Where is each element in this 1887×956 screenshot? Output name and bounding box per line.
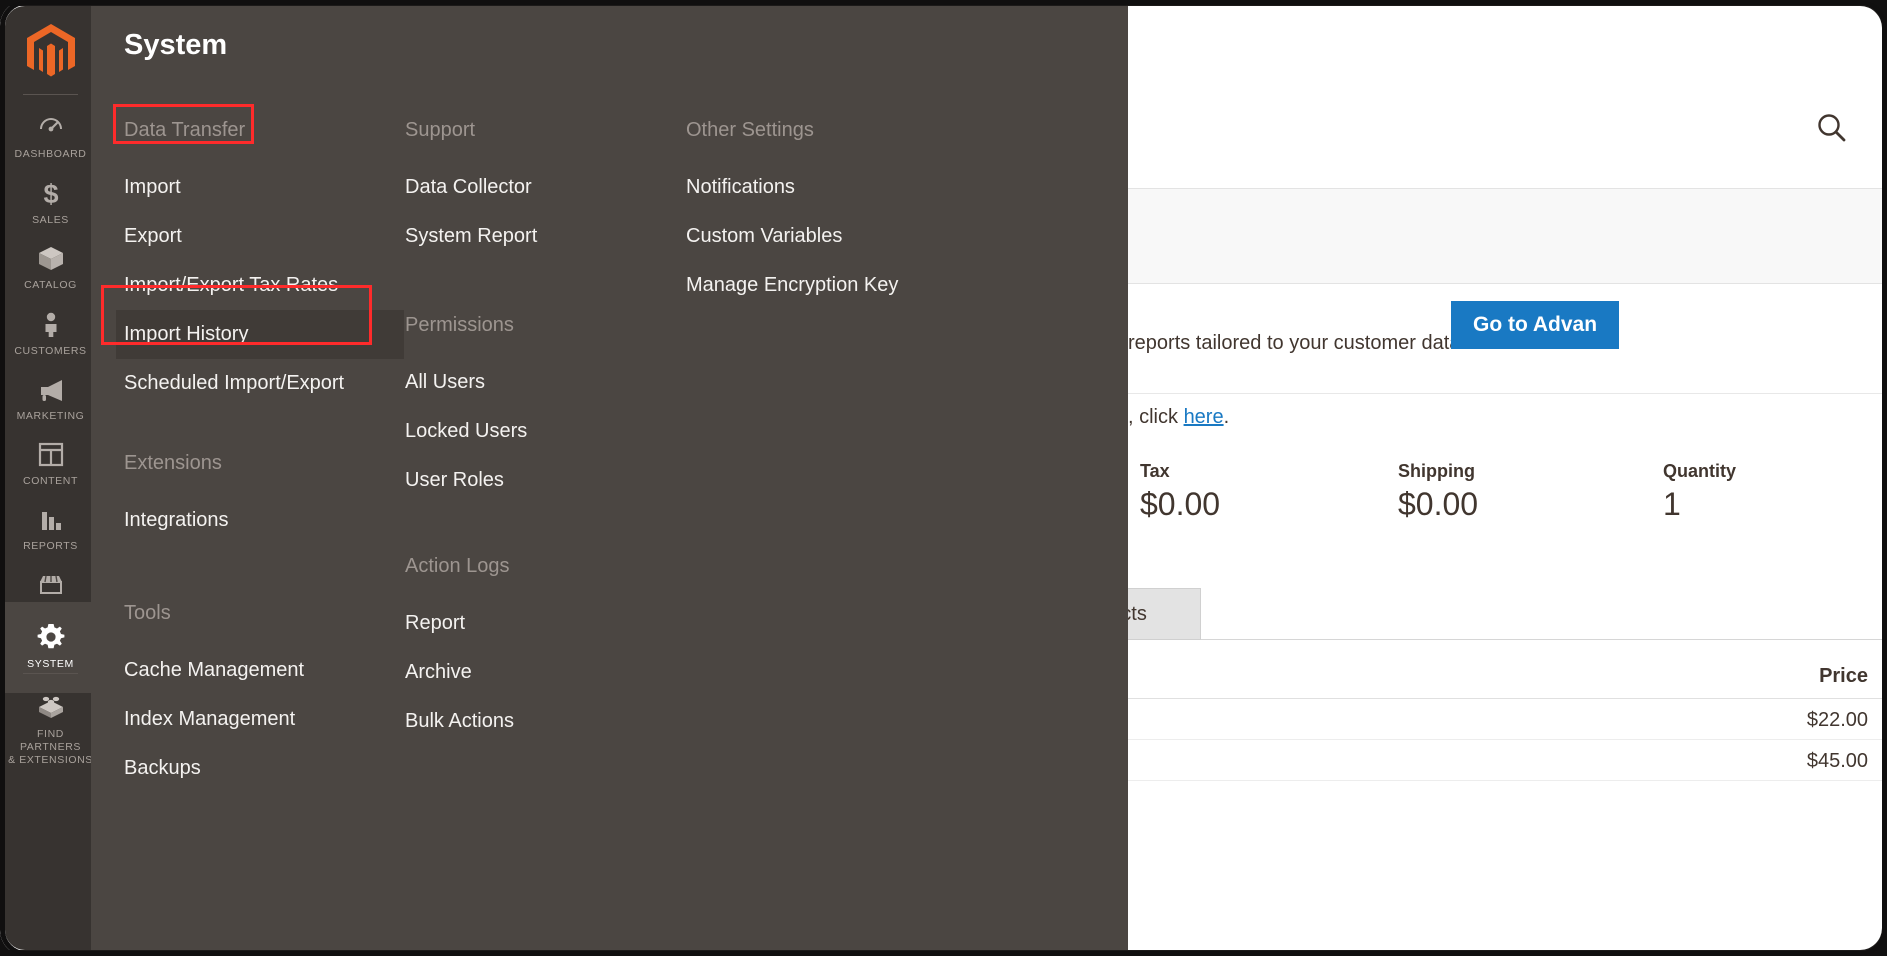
sidebar-item-label: SALES (32, 214, 69, 226)
menu-group-data-transfer: Data Transfer Import Export Import/Expor… (116, 110, 404, 408)
dashboard-tabs: ucts New Customers Customers Yotpo Revie… (1056, 588, 1882, 640)
menu-item-system-report[interactable]: System Report (405, 212, 685, 261)
table-row[interactable]: $45.00 (1128, 740, 1882, 781)
menu-item-notifications[interactable]: Notifications (686, 163, 986, 212)
menu-group-tools: Tools Cache Management Index Management … (124, 593, 404, 793)
here-prefix-text: , click (1128, 406, 1184, 428)
menu-item-import-history[interactable]: Import History (116, 310, 404, 359)
sidebar-item-label: CATALOG (24, 279, 77, 291)
sidebar-item-label: CUSTOMERS (14, 345, 87, 357)
menu-group-heading: Action Logs (405, 555, 510, 577)
sidebar-item-catalog[interactable]: CATALOG (5, 233, 96, 301)
menu-group-heading: Data Transfer (124, 119, 246, 141)
stat-label: Quantity (1663, 461, 1737, 481)
box-icon (36, 243, 66, 273)
system-menu-panel: System Data Transfer Import Export Impor… (91, 6, 1128, 950)
menu-title: System (124, 29, 228, 61)
gear-icon (35, 622, 67, 652)
menu-group-other-settings: Other Settings Notifications Custom Vari… (686, 110, 986, 310)
stat-shipping: Shipping $0.00 (1398, 461, 1478, 523)
bar-chart-icon (36, 504, 66, 534)
sidebar-item-reports[interactable]: REPORTS (5, 494, 96, 562)
here-link-row: , click here. (1128, 406, 1882, 456)
sidebar-item-system[interactable]: SYSTEM (5, 602, 96, 693)
menu-item-custom-variables[interactable]: Custom Variables (686, 212, 986, 261)
price-table: Price $22.00 $45.00 (1128, 651, 1882, 781)
storefront-icon (36, 570, 66, 600)
menu-item-manage-encryption-key[interactable]: Manage Encryption Key (686, 261, 986, 310)
magento-logo-icon[interactable] (5, 22, 96, 80)
here-suffix-text: . (1223, 406, 1230, 428)
menu-item-backups[interactable]: Backups (124, 744, 404, 793)
person-icon (36, 309, 66, 339)
price-cell: $22.00 (1806, 709, 1868, 731)
sidebar-item-label: REPORTS (23, 540, 78, 552)
dollar-icon: $ (36, 178, 66, 208)
menu-item-bulk-actions[interactable]: Bulk Actions (405, 697, 685, 746)
sidebar-item-customers[interactable]: CUSTOMERS (5, 299, 96, 367)
menu-group-heading: Permissions (405, 314, 514, 336)
menu-group-support: Support Data Collector System Report (405, 110, 685, 261)
stat-value: $0.00 (1398, 486, 1479, 522)
menu-item-archive[interactable]: Archive (405, 648, 685, 697)
megaphone-icon (36, 374, 66, 404)
go-to-advanced-button[interactable]: Go to Advan (1451, 301, 1620, 349)
price-cell: $45.00 (1806, 750, 1868, 772)
menu-item-integrations[interactable]: Integrations (124, 496, 404, 545)
gauge-icon (36, 112, 66, 142)
menu-item-import[interactable]: Import (124, 163, 404, 212)
sidebar-divider (23, 673, 78, 674)
menu-item-index-management[interactable]: Index Management (124, 695, 404, 744)
svg-text:$: $ (43, 179, 58, 208)
stat-quantity: Quantity 1 (1663, 461, 1736, 523)
sidebar-item-content[interactable]: CONTENT (5, 429, 96, 497)
stat-value: 1 (1663, 486, 1681, 522)
menu-item-report[interactable]: Report (405, 599, 685, 648)
table-row[interactable]: $22.00 (1128, 699, 1882, 740)
menu-group-heading: Other Settings (686, 119, 814, 141)
price-table-header: Price (1128, 651, 1882, 699)
menu-item-user-roles[interactable]: User Roles (405, 456, 685, 505)
menu-item-data-collector[interactable]: Data Collector (405, 163, 685, 212)
sidebar-item-sales[interactable]: $ SALES (5, 168, 96, 236)
lego-brick-icon (35, 692, 67, 722)
sidebar-item-find-partners[interactable]: FIND PARTNERS & EXTENSIONS (5, 682, 96, 775)
menu-group-heading: Tools (124, 602, 171, 624)
order-stats: Tax $0.00 Shipping $0.00 Quantity 1 (1128, 461, 1882, 551)
menu-group-heading: Extensions (124, 452, 222, 474)
menu-item-locked-users[interactable]: Locked Users (405, 407, 685, 456)
sidebar-item-label: CONTENT (23, 475, 78, 487)
menu-group-heading: Support (405, 119, 476, 141)
sidebar-item-label: SYSTEM (27, 658, 74, 670)
sidebar-item-marketing[interactable]: MARKETING (5, 364, 96, 432)
menu-item-all-users[interactable]: All Users (405, 358, 685, 407)
menu-group-action-logs: Action Logs Report Archive Bulk Actions (405, 546, 685, 746)
menu-item-scheduled-import-export[interactable]: Scheduled Import/Export (124, 359, 404, 408)
here-link[interactable]: here (1184, 406, 1224, 428)
notice-band (1128, 188, 1882, 284)
menu-item-import-export-tax-rates[interactable]: Import/Export Tax Rates (124, 261, 404, 310)
sidebar-item-dashboard[interactable]: DASHBOARD (5, 102, 96, 170)
price-column-header: Price (1819, 665, 1868, 687)
screenshot-frame: reports tailored to your customer data. … (0, 0, 1887, 956)
stat-value: $0.00 (1140, 486, 1221, 522)
search-icon[interactable] (1815, 111, 1849, 145)
stat-tax: Tax $0.00 (1140, 461, 1220, 523)
sidebar-item-label: DASHBOARD (14, 148, 87, 160)
sidebar-divider (23, 94, 78, 95)
menu-group-permissions: Permissions All Users Locked Users User … (405, 305, 685, 505)
layout-icon (36, 439, 66, 469)
stat-label: Shipping (1398, 461, 1475, 481)
menu-group-extensions: Extensions Integrations (124, 443, 404, 545)
admin-sidebar: DASHBOARD $ SALES CATALOG CUSTOMERS MARK… (5, 6, 96, 950)
menu-item-cache-management[interactable]: Cache Management (124, 646, 404, 695)
sidebar-item-label: MARKETING (16, 410, 85, 422)
menu-item-export[interactable]: Export (124, 212, 404, 261)
advanced-reporting-text: reports tailored to your customer data. (1128, 332, 1466, 354)
stat-label: Tax (1140, 461, 1170, 481)
sidebar-item-label: FIND PARTNERS & EXTENSIONS (8, 728, 93, 766)
